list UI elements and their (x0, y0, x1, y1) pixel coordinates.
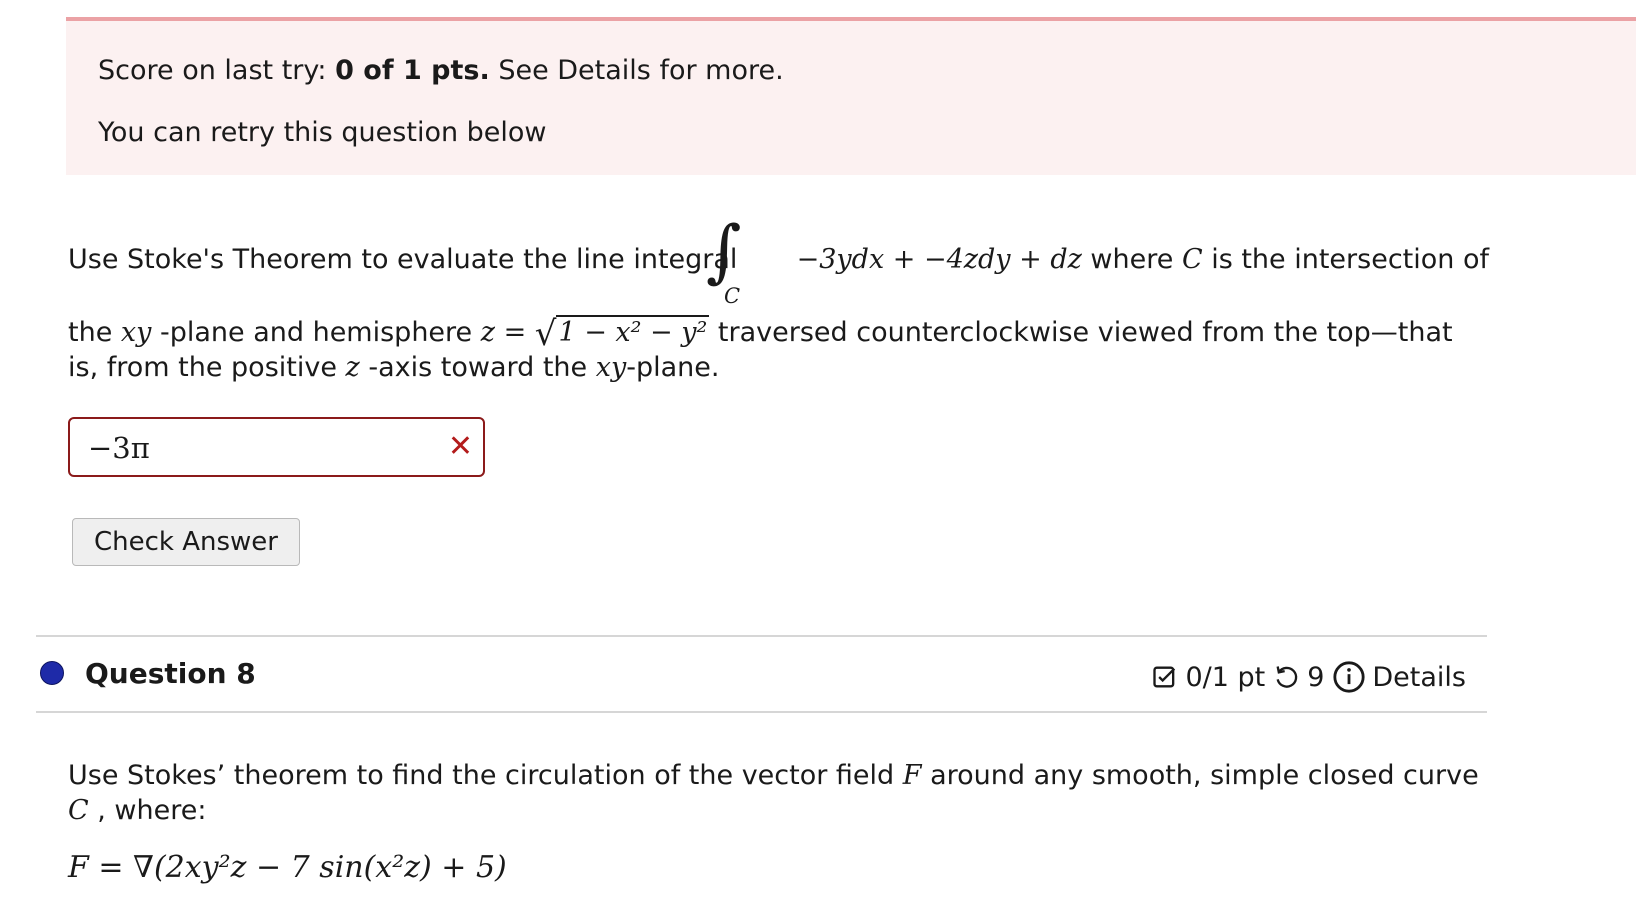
q7-line3-xy: xy (595, 352, 627, 383)
q7-line3-b: -axis toward the (359, 352, 596, 383)
info-icon (1333, 661, 1365, 693)
sqrt-content: 1 − x² − y² (556, 315, 710, 348)
checkbox-icon (1153, 666, 1176, 688)
q7-where: where (1081, 244, 1182, 275)
divider-top (36, 635, 1487, 637)
integral-subscript: C (724, 284, 741, 308)
question7-text-line3: is, from the positive z -axis toward the… (68, 352, 719, 383)
q7-line2-a: the (68, 317, 121, 348)
q8-var-c: C (68, 795, 89, 826)
q7-text-intro: Use Stoke's Theorem to evaluate the line… (68, 244, 738, 275)
question8-text-line2: C , where: (68, 795, 206, 826)
sqrt-sign: √ (534, 314, 557, 354)
q7-var-xy: xy (120, 317, 152, 348)
question8-score: 0/1 pt (1185, 661, 1266, 693)
retry-message: You can retry this question below (98, 117, 547, 148)
q8-text-b: around any smooth, simple closed curve (921, 760, 1479, 791)
q7-integrand: −3ydx + −4zdy + dz (796, 244, 1082, 275)
q7-line3-a: is, from the positive (68, 352, 346, 383)
question-status-dot-icon (40, 661, 64, 685)
score-suffix: See Details for more. (489, 55, 784, 86)
score-prefix: Score on last try: (98, 55, 336, 86)
q7-line3-c: -plane. (626, 352, 720, 383)
details-label: Details (1372, 661, 1466, 693)
q7-line3-z: z (345, 352, 360, 383)
sqrt-expression: √1 − x² − y² (535, 310, 710, 354)
q7-line2-c: traversed counterclockwise viewed from t… (709, 317, 1453, 348)
question8-text-line1: Use Stokes’ theorem to find the circulat… (68, 760, 1479, 791)
q7-line2-b: -plane and hemisphere (151, 317, 481, 348)
q8-text-a: Use Stokes’ theorem to find the circulat… (68, 760, 903, 791)
score-indicator: 0/1 pt (1151, 662, 1265, 693)
q8-var-f: F (902, 760, 922, 791)
q7-equals: = (494, 317, 535, 348)
q7-var-c: C (1181, 244, 1203, 275)
details-link[interactable]: Details (1332, 660, 1466, 694)
check-answer-button[interactable]: Check Answer (72, 518, 300, 566)
q8-where: , where: (88, 795, 207, 826)
incorrect-x-icon: ✕ (447, 429, 473, 464)
question7-text-line2: the xy -plane and hemisphere z = √1 − x²… (68, 310, 1453, 354)
attempts-indicator: 9 (1273, 662, 1324, 693)
question8-formula: F = ∇(2xy²z − 7 sin(x²z) + 5) (68, 850, 507, 885)
integral-symbol: ∫ (706, 212, 742, 291)
q7-intersection: is the intersection of (1202, 244, 1489, 275)
question8-attempts: 9 (1307, 661, 1325, 693)
score-value: 0 of 1 pts. (335, 55, 490, 86)
answer-input[interactable]: −3π ✕ (68, 417, 485, 477)
score-line: Score on last try: 0 of 1 pts. See Detai… (98, 55, 784, 86)
answer-value: −3π (88, 431, 150, 465)
question8-meta: 0/1 pt 9 Details (1151, 660, 1466, 694)
divider-bottom (36, 711, 1487, 713)
question8-title: Question 8 (85, 657, 256, 690)
score-alert: Score on last try: 0 of 1 pts. See Detai… (66, 17, 1636, 175)
question7-text-line1: Use Stoke's Theorem to evaluate the line… (68, 244, 1489, 275)
q7-var-z: z (480, 317, 495, 348)
retry-icon (1276, 666, 1298, 688)
